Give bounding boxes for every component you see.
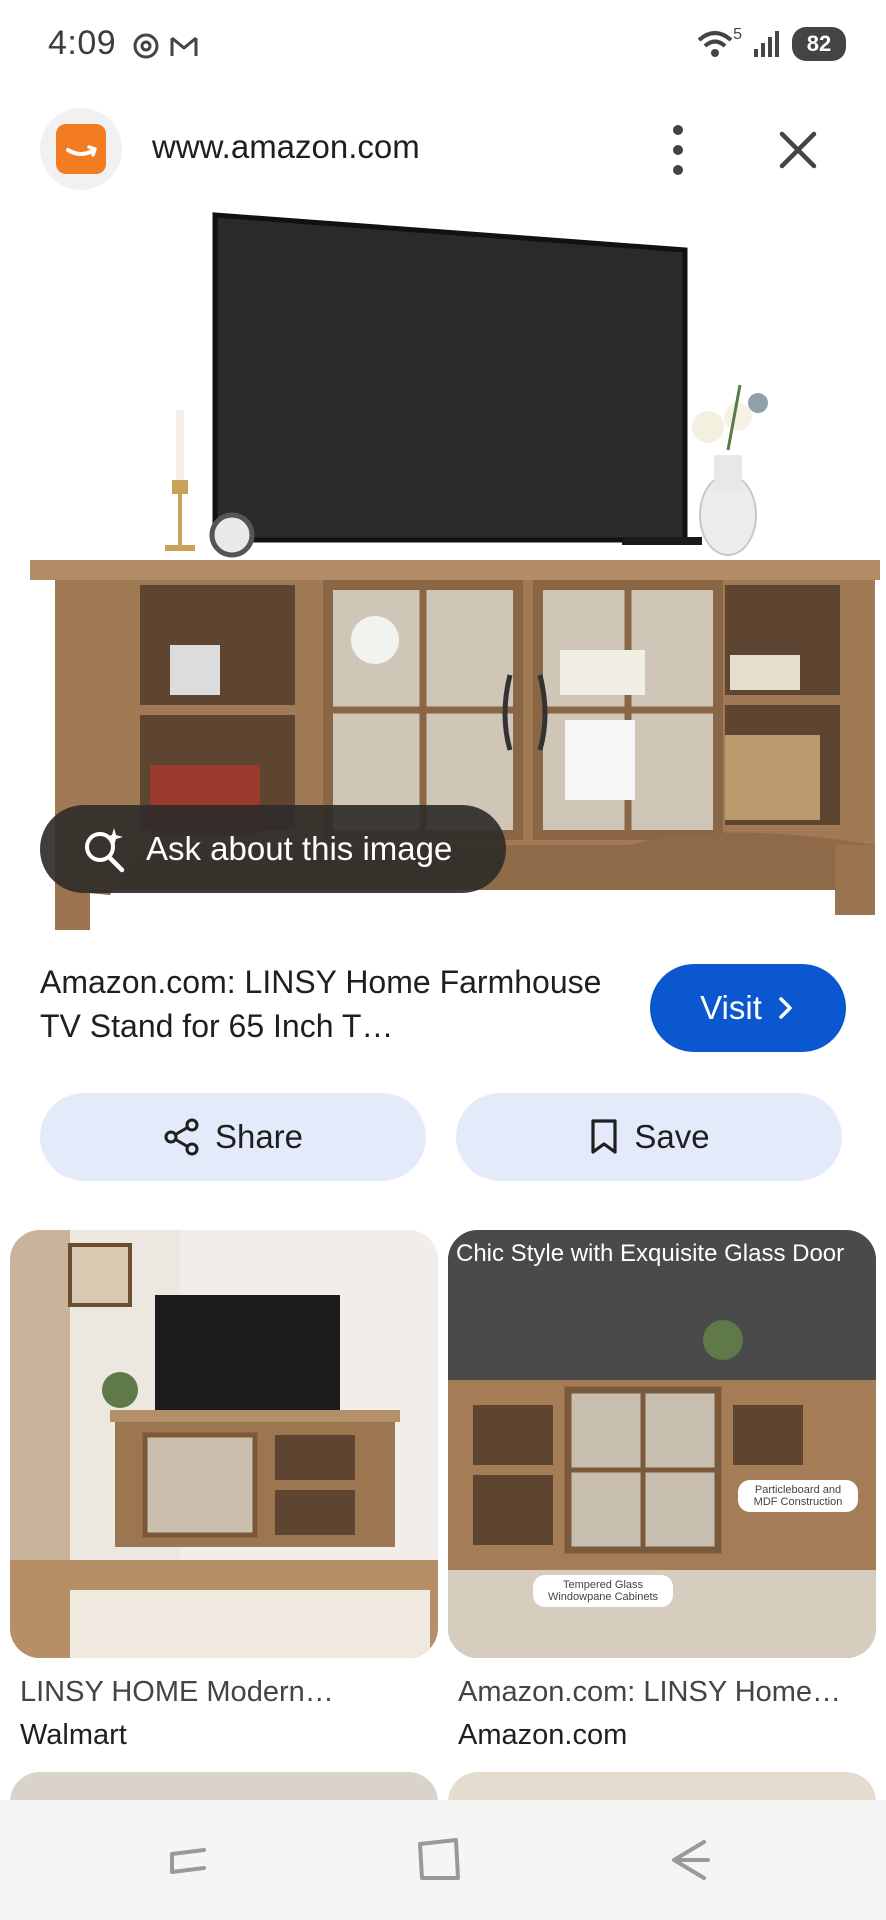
- status-bar: 4:09 5 82: [0, 0, 886, 90]
- overlay-heading: Chic Style with Exquisite Glass Door: [456, 1240, 845, 1267]
- recent-apps-icon[interactable]: [162, 1832, 218, 1888]
- battery-indicator: 82: [792, 27, 846, 61]
- related-card-source: Walmart: [20, 1719, 127, 1751]
- wifi-icon: [697, 31, 733, 57]
- callout-construction: Particleboard and MDF Construction: [738, 1480, 858, 1512]
- status-time: 4:09: [48, 24, 117, 62]
- save-label: Save: [634, 1118, 710, 1155]
- related-card-source: Amazon.com: [458, 1719, 628, 1751]
- related-card-title: Amazon.com: LINSY Home…: [458, 1676, 842, 1708]
- url-text[interactable]: www.amazon.com: [152, 128, 420, 166]
- related-card-image[interactable]: [10, 1230, 438, 1658]
- status-indicators: 5 82: [695, 24, 846, 64]
- share-label: Share: [214, 1118, 304, 1155]
- site-favicon[interactable]: [40, 108, 122, 190]
- related-card-image[interactable]: Chic Style with Exquisite Glass Door Par…: [448, 1230, 876, 1658]
- save-button[interactable]: Save: [456, 1093, 842, 1181]
- network-badge: 5: [733, 26, 742, 43]
- related-card-2[interactable]: Chic Style with Exquisite Glass Door Par…: [448, 1230, 876, 1752]
- callout-glass: Tempered Glass Windowpane Cabinets: [533, 1575, 673, 1607]
- related-card-1[interactable]: LINSY HOME Modern… Walmart: [10, 1230, 438, 1752]
- share-button[interactable]: Share: [40, 1093, 426, 1181]
- related-card-4-partial[interactable]: [448, 1772, 876, 1802]
- close-icon: [779, 131, 817, 169]
- signal-icon: [754, 31, 779, 57]
- ask-about-image-button[interactable]: Ask about this image: [40, 805, 506, 893]
- lens-sparkle-icon: [85, 828, 125, 873]
- system-nav-bar: [0, 1800, 886, 1920]
- home-icon[interactable]: [412, 1832, 468, 1888]
- close-button[interactable]: [770, 122, 826, 178]
- result-title[interactable]: Amazon.com: LINSY Home Farmhouse TV Stan…: [40, 960, 620, 1048]
- back-icon[interactable]: [662, 1832, 718, 1888]
- bookmark-icon: [591, 1119, 617, 1154]
- more-options-button[interactable]: [656, 118, 700, 182]
- more-vert-icon: [673, 125, 683, 175]
- ask-label: Ask about this image: [146, 830, 453, 867]
- gmail-icon: [170, 36, 198, 56]
- related-card-title: LINSY HOME Modern…: [20, 1676, 334, 1708]
- chatgpt-icon: [133, 33, 159, 59]
- visit-button[interactable]: Visit: [650, 964, 846, 1052]
- visit-label: Visit: [700, 989, 762, 1026]
- share-icon: [164, 1118, 199, 1156]
- amazon-logo-icon: [56, 124, 106, 174]
- chevron-right-icon: [779, 997, 792, 1019]
- related-card-3-partial[interactable]: [10, 1772, 438, 1802]
- url-header: www.amazon.com: [0, 100, 886, 200]
- room-photo-illustration: [10, 1230, 438, 1658]
